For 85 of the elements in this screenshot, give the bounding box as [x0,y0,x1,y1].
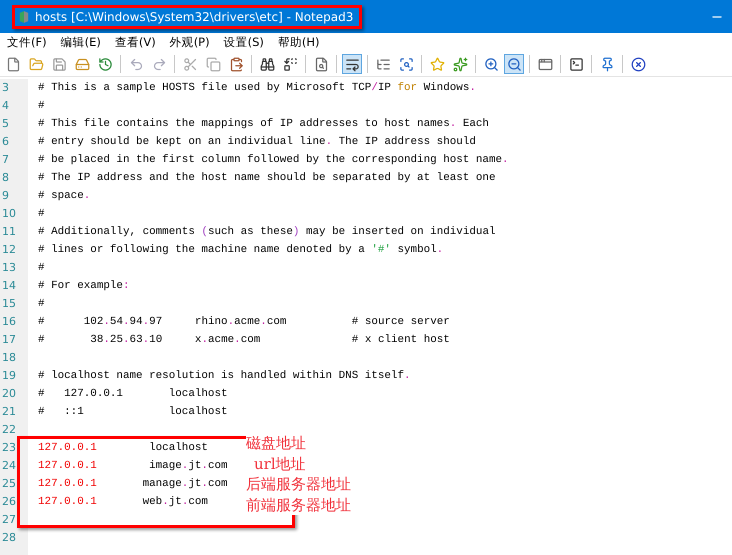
line-number: 4 [1,98,10,114]
line-number: 28 [1,530,17,546]
code-line: # For example: [38,279,130,294]
window-icon [538,56,552,72]
menu-item[interactable]: 帮助(H) [274,35,323,50]
scan-search-icon [398,56,414,72]
annotation-text: 前端服务器地址 [246,494,351,515]
line-number: 19 [1,368,17,384]
line-number: 12 [1,242,17,258]
menu-item[interactable]: 设置(S) [220,35,267,50]
line-number: 22 [1,422,17,438]
code-line: # space. [38,189,90,204]
code-line: 127.0.0.1 localhost [38,441,208,456]
list-tree-icon [376,56,390,72]
line-number: 27 [1,512,17,528]
code-line: # 38.25.63.10 x.acme.com # x client host [38,333,450,348]
line-number: 8 [1,170,10,186]
copy-icon [206,56,220,72]
line-number: 15 [1,296,17,312]
code-line: # [38,99,45,114]
annotation-text: 磁盘地址 [246,433,306,454]
line-number: 24 [1,458,17,474]
code-line: # 127.0.0.1 localhost [38,387,228,402]
line-number: 16 [1,314,17,330]
line-number: 10 [1,206,17,222]
line-number: 6 [1,134,10,150]
code-line: # be placed in the first column followed by the corresponding host name. [38,153,509,168]
zoom-in-icon [484,56,498,72]
window-title: hosts [C:\Windows\System32\drivers\etc] - Notepad3 [35,10,354,24]
code-line: # localhost name resolution is handled within DNS itself. [38,369,411,384]
word-wrap-icon [344,56,360,72]
redo-icon [152,56,166,72]
notepad-icon [19,10,29,24]
line-number: 5 [1,116,10,132]
code-line: # entry should be kept on an individual line. The IP address should [38,135,476,150]
replace-icon [282,56,298,72]
code-line: # This is a sample HOSTS file used by Microsoft TCP/IP for Windows. [38,81,476,96]
star-add-icon [452,56,468,72]
undo-icon [128,56,144,72]
code-line: # lines or following the machine name denoted by a '#' symbol. [38,243,444,258]
star-icon [430,56,444,72]
folder-icon [28,56,44,72]
scissors-icon [182,56,198,72]
code-line: # [38,261,45,276]
annotation-text: 后端服务器地址 [246,474,351,494]
line-number: 17 [1,332,17,348]
zoom-out-icon [506,56,522,72]
history-icon [98,56,112,72]
line-number: 18 [1,350,17,366]
line-number: 14 [1,278,17,294]
line-number: 20 [1,386,17,402]
menu-item[interactable]: 编辑(E) [58,35,104,50]
code-line: # [38,207,45,222]
pin-icon [600,56,614,72]
close-icon [630,56,646,72]
document-search-icon [314,56,328,72]
paste-icon [228,56,244,72]
new-file-icon [6,56,20,72]
code-line: # 102.54.94.97 rhino.acme.com # source server [38,315,450,330]
annotation-text: url地址 [254,454,306,474]
code-line: # The IP address and the host name should be separated by at least one [38,171,496,186]
line-number: 3 [1,80,10,96]
line-number: 21 [1,404,17,420]
code-line: # ::1 localhost [38,405,228,420]
line-number: 13 [1,260,17,276]
line-number: 9 [1,188,10,204]
line-number: 7 [1,152,10,168]
code-line: # This file contains the mappings of IP addresses to host names. Each [38,117,489,132]
line-number: 25 [1,476,17,492]
code-line: 127.0.0.1 image.jt.com [38,459,228,474]
toolbar-button[interactable] [342,54,362,74]
code-line: # [38,297,45,312]
line-number: 23 [1,440,17,456]
code-line: 127.0.0.1 web.jt.com [38,495,208,510]
code-line: # Additionally, comments (such as these) may be inserted on individual [38,225,496,240]
line-number: 11 [1,224,17,240]
code-line: 127.0.0.1 manage.jt.com [38,477,228,492]
drive-icon [74,56,90,72]
line-number: 26 [1,494,17,510]
binoculars-icon [260,56,274,72]
menu-item[interactable]: 文件(F) [4,35,50,50]
menu-item[interactable]: 查看(V) [112,35,159,50]
menu-item[interactable]: 外观(P) [166,35,213,50]
terminal-icon [568,56,584,72]
save-icon [52,56,66,72]
